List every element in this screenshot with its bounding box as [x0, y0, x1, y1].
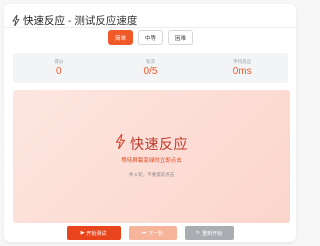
- stat-value: 0: [56, 65, 62, 77]
- arena-title-text: 快速反应: [130, 136, 188, 152]
- start-button-label: 开始测试: [86, 230, 107, 237]
- start-button[interactable]: ▶ 开始测试: [66, 226, 121, 240]
- arena-hint: 共 5 轮，不要提前点击: [128, 172, 175, 177]
- stat-label: 得分: [54, 58, 64, 64]
- stat-average: 平均反应 0ms: [207, 59, 277, 78]
- next-round-button[interactable]: ⏭ 下一轮: [128, 226, 177, 240]
- header: 快速反应 - 测试反应速度: [12, 13, 137, 27]
- stat-score: 得分 0: [24, 59, 94, 78]
- lightning-icon: [12, 14, 20, 26]
- difficulty-selector: 简单 中等 困难: [108, 30, 193, 45]
- mode-hard-button[interactable]: 困难: [168, 30, 193, 45]
- next-round-button-label: 下一轮: [148, 230, 164, 237]
- play-icon: ▶: [80, 230, 85, 236]
- stat-label: 轮次: [145, 58, 155, 64]
- page-title-main: 快速反应: [23, 14, 65, 27]
- stat-value: 0ms: [232, 65, 252, 77]
- reaction-area[interactable]: 快速反应 等待屏幕变绿时立即点击 共 5 轮，不要提前点击: [13, 90, 290, 223]
- mode-medium-button[interactable]: 中等: [138, 30, 163, 45]
- skip-icon: ⏭: [141, 230, 147, 236]
- header-divider: [4, 27, 296, 28]
- refresh-icon: ↻: [195, 230, 201, 236]
- arena-title: 快速反应: [13, 133, 290, 154]
- page-title: 快速反应 - 测试反应速度: [23, 13, 137, 28]
- stats-panel: 得分 0 轮次 0/5 平均反应 0ms: [13, 53, 288, 83]
- page-title-sub: - 测试反应速度: [65, 14, 138, 27]
- restart-button-label: 重新开始: [202, 230, 223, 237]
- restart-button[interactable]: ↻ 重新开始: [184, 226, 234, 240]
- stat-round: 轮次 0/5: [115, 59, 185, 78]
- controls: ▶ 开始测试 ⏭ 下一轮 ↻ 重新开始: [4, 226, 296, 240]
- lightning-icon: [115, 133, 126, 154]
- mode-easy-button[interactable]: 简单: [108, 30, 133, 45]
- arena-instruction: 等待屏幕变绿时立即点击: [121, 158, 182, 164]
- stat-value: 0/5: [143, 65, 158, 77]
- app-card: 快速反应 - 测试反应速度 简单 中等 困难 得分 0 轮次 0/5 平均反应 …: [4, 4, 296, 242]
- stat-label: 平均反应: [233, 58, 252, 64]
